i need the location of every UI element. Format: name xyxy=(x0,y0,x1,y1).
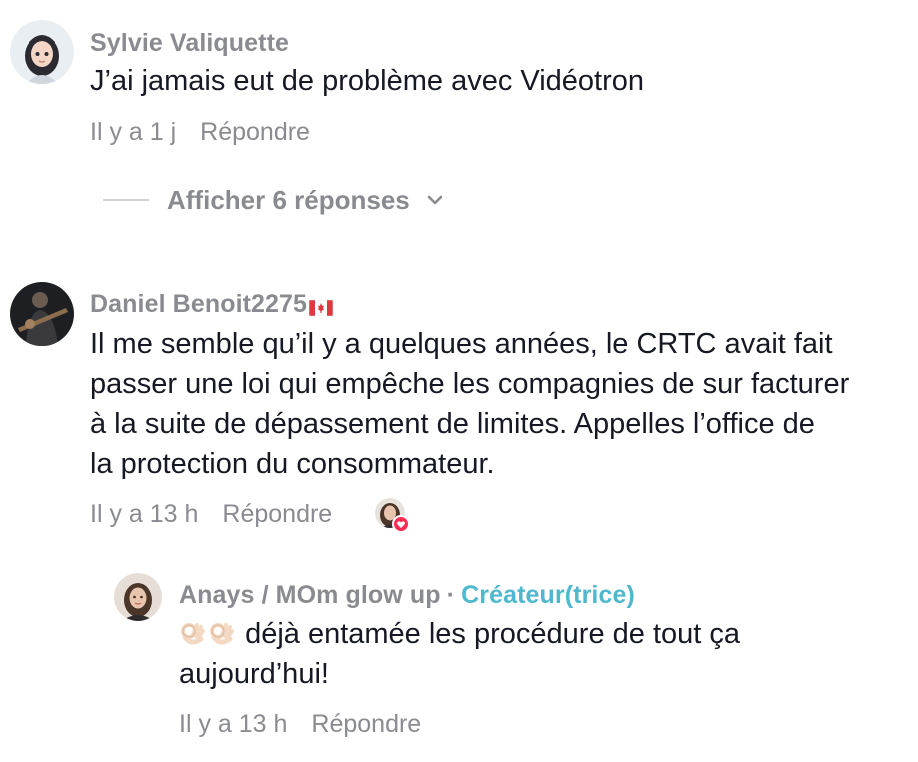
avatar[interactable] xyxy=(114,573,162,621)
chevron-down-icon xyxy=(426,191,444,209)
ok-hand-icon xyxy=(179,618,207,646)
timestamp: Il y a 1 j xyxy=(90,118,177,146)
ok-hand-icon xyxy=(208,618,236,646)
comment-meta: Il y a 1 j Répondre xyxy=(90,118,310,147)
reply-button[interactable]: Répondre xyxy=(311,710,421,738)
reply-text-line: aujourd’hui! xyxy=(179,658,329,690)
comment-text-line: à la suite de dépassement de limites. Ap… xyxy=(90,408,815,440)
reply-header: Anays / MOm glow up · Créateur(trice) xyxy=(179,581,635,610)
reply-button[interactable]: Répondre xyxy=(222,500,332,528)
comment-meta: Il y a 13 h Répondre xyxy=(90,500,332,529)
show-replies-button[interactable]: Afficher 6 réponses xyxy=(103,182,444,218)
avatar[interactable] xyxy=(10,20,74,84)
timestamp: Il y a 13 h xyxy=(179,710,288,738)
comment-text-line: Il me semble qu’il y a quelques années, … xyxy=(90,328,833,360)
reply-meta: Il y a 13 h Répondre xyxy=(179,710,421,739)
timestamp: Il y a 13 h xyxy=(90,500,199,528)
avatar[interactable] xyxy=(10,282,74,346)
reply-text: déjà entamée les procédure de tout ça au… xyxy=(179,614,899,694)
comment-text-line: passer une loi qui empêche les compagnie… xyxy=(90,368,850,400)
canada-flag-icon xyxy=(308,294,334,317)
reply-text-content: déjà entamée les procédure de tout ça xyxy=(245,618,741,650)
username-text: Daniel Benoit2275 xyxy=(90,290,308,318)
comment-text-line: la protection du consommateur. xyxy=(90,448,495,480)
divider-line xyxy=(103,199,149,201)
username[interactable]: Anays / MOm glow up xyxy=(179,581,441,609)
show-replies-label: Afficher 6 réponses xyxy=(167,184,410,215)
comment-text: J’ai jamais eut de problème avec Vidéotr… xyxy=(90,65,645,97)
username[interactable]: Sylvie Valiquette xyxy=(90,29,289,58)
creator-badge: Créateur(trice) xyxy=(461,581,635,609)
comment-text: Il me semble qu’il y a quelques années, … xyxy=(90,324,910,484)
reply-text-line: déjà entamée les procédure de tout ça xyxy=(179,614,899,654)
reply-button[interactable]: Répondre xyxy=(200,118,310,146)
separator-dot: · xyxy=(446,581,456,609)
username[interactable]: Daniel Benoit2275 xyxy=(90,290,334,319)
creator-heart-avatar-icon xyxy=(373,496,411,534)
